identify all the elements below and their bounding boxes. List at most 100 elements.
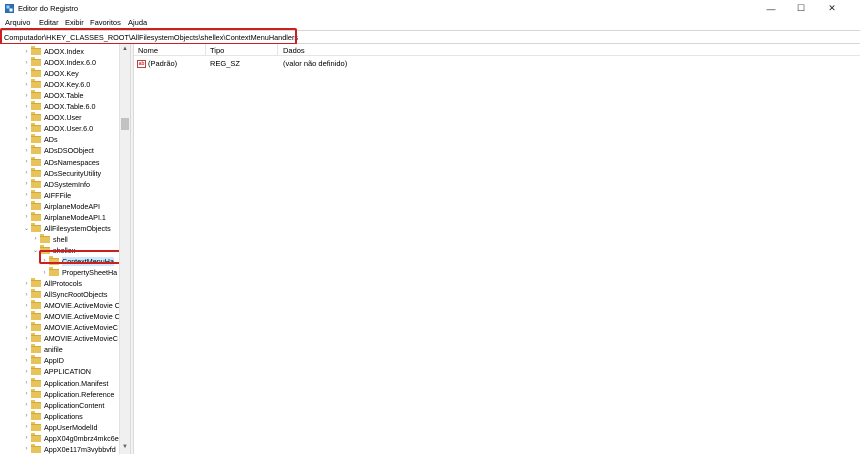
column-header-tipo[interactable]: Tipo: [210, 46, 224, 56]
menu-ajuda[interactable]: Ajuda: [128, 18, 147, 27]
menu-exibir[interactable]: Exibir: [65, 18, 84, 27]
expand-chevron-icon[interactable]: ›: [22, 82, 31, 88]
expand-chevron-icon[interactable]: ›: [22, 314, 31, 320]
tree-item[interactable]: › PropertySheetHa: [40, 267, 117, 278]
folder-icon: [31, 112, 41, 122]
tree-item[interactable]: › AppX04g0mbrz4mkc6e: [22, 432, 119, 444]
expand-chevron-icon[interactable]: ›: [22, 292, 31, 298]
expand-chevron-icon[interactable]: ›: [22, 413, 31, 419]
title-bar: Editor do Registro — ☐ ✕: [0, 0, 860, 17]
expand-chevron-icon[interactable]: ›: [22, 303, 31, 309]
maximize-button[interactable]: ☐: [787, 0, 815, 17]
expand-chevron-icon[interactable]: ›: [22, 159, 31, 165]
expand-chevron-icon[interactable]: ›: [22, 60, 31, 66]
expand-chevron-icon[interactable]: ›: [22, 49, 31, 55]
column-header-nome[interactable]: Nome: [138, 46, 158, 56]
tree-item[interactable]: › AppUserModelId: [22, 421, 98, 433]
tree-item[interactable]: › AMOVIE.ActiveMovie C: [22, 300, 120, 311]
expand-chevron-icon[interactable]: ›: [22, 325, 31, 331]
tree-item[interactable]: › ADOX.Table: [22, 90, 84, 101]
expand-chevron-icon[interactable]: ›: [22, 181, 31, 187]
tree-item[interactable]: › Application.Reference: [22, 388, 114, 400]
tree-item[interactable]: › ADOX.User.6.0: [22, 123, 93, 134]
expand-chevron-icon[interactable]: ›: [22, 93, 31, 99]
tree-item[interactable]: › ADSystemInfo: [22, 178, 90, 190]
expand-chevron-icon[interactable]: ›: [22, 435, 31, 441]
expand-chevron-icon[interactable]: ›: [22, 214, 31, 220]
expand-chevron-icon[interactable]: ›: [22, 347, 31, 353]
folder-icon: [31, 57, 41, 67]
scroll-thumb[interactable]: [121, 118, 129, 130]
tree-item[interactable]: › ADsSecurityUtility: [22, 167, 101, 179]
tree-item[interactable]: › anifile: [22, 344, 63, 355]
tree-item[interactable]: › ADsNamespaces: [22, 156, 100, 168]
tree-item[interactable]: ⌄ AllFilesystemObjects: [22, 222, 111, 234]
tree-item[interactable]: › ADOX.Table.6.0: [22, 101, 96, 112]
expand-chevron-icon[interactable]: ›: [22, 203, 31, 209]
folder-icon: [31, 167, 41, 177]
key-tree[interactable]: › ADOX.Index › ADOX.Index.6.0 › ADOX.Key › ADOX…: [0, 44, 130, 454]
menu-editar[interactable]: Editar: [39, 18, 59, 27]
tree-item[interactable]: › AirplaneModeAPI: [22, 200, 100, 212]
expand-chevron-icon[interactable]: ›: [40, 270, 49, 276]
expand-chevron-icon[interactable]: ›: [22, 71, 31, 77]
scroll-down-icon[interactable]: ▼: [120, 444, 130, 452]
column-divider[interactable]: [277, 44, 278, 56]
value-row[interactable]: ab (Padrão) REG_SZ (valor não definido): [134, 58, 860, 69]
tree-item-label: ADOX.Table.6.0: [44, 102, 96, 112]
expand-chevron-icon[interactable]: ›: [22, 336, 31, 342]
expand-chevron-icon[interactable]: ›: [31, 236, 40, 242]
scroll-up-icon[interactable]: ▲: [120, 46, 130, 54]
expand-chevron-icon[interactable]: ›: [22, 369, 31, 375]
expand-chevron-icon[interactable]: ›: [22, 104, 31, 110]
expand-chevron-icon[interactable]: ›: [22, 380, 31, 386]
expand-chevron-icon[interactable]: ›: [22, 115, 31, 121]
tree-item[interactable]: › AMOVIE.ActiveMovieC: [22, 322, 118, 333]
tree-item[interactable]: › ADOX.Key.6.0: [22, 79, 90, 90]
expand-chevron-icon[interactable]: ›: [22, 391, 31, 397]
menu-favoritos[interactable]: Favoritos: [90, 18, 121, 27]
expand-chevron-icon[interactable]: ›: [22, 402, 31, 408]
tree-item[interactable]: › AppX0e117m3vybbvfd: [22, 443, 116, 454]
tree-item[interactable]: › AIFFFile: [22, 189, 71, 201]
tree-item[interactable]: › AirplaneModeAPI.1: [22, 211, 106, 223]
folder-icon: [31, 432, 41, 442]
tree-item[interactable]: › ADsDSOObject: [22, 145, 94, 156]
tree-item[interactable]: › AllSyncRootObjects: [22, 289, 108, 300]
folder-icon: [31, 211, 41, 221]
expand-chevron-icon[interactable]: ›: [22, 170, 31, 176]
expand-chevron-icon[interactable]: ›: [22, 281, 31, 287]
tree-item[interactable]: › ADOX.Index.6.0: [22, 57, 96, 68]
tree-item-label: AllProtocols: [44, 279, 82, 289]
tree-item[interactable]: › AppID: [22, 355, 64, 366]
tree-item[interactable]: › ADOX.Index: [22, 46, 84, 57]
tree-item[interactable]: › ApplicationContent: [22, 399, 104, 411]
tree-item-label: AirplaneModeAPI.1: [44, 212, 106, 222]
folder-icon: [31, 388, 41, 398]
tree-item[interactable]: › ADOX.Key: [22, 68, 79, 79]
expand-chevron-icon[interactable]: ›: [22, 358, 31, 364]
close-button[interactable]: ✕: [818, 0, 846, 17]
column-divider[interactable]: [205, 44, 206, 56]
tree-item[interactable]: › AMOVIE.ActiveMovieC: [22, 333, 118, 344]
tree-item[interactable]: › shell: [31, 233, 68, 245]
expand-chevron-icon[interactable]: ›: [22, 192, 31, 198]
tree-item[interactable]: › ADs: [22, 134, 58, 145]
tree-scrollbar[interactable]: ▲ ▼: [119, 44, 130, 454]
expand-chevron-icon[interactable]: ›: [22, 137, 31, 143]
expand-chevron-icon[interactable]: ›: [22, 446, 31, 452]
folder-icon: [31, 289, 41, 299]
expand-chevron-icon[interactable]: ›: [22, 148, 31, 154]
tree-item[interactable]: › Application.Manifest: [22, 377, 108, 389]
collapse-chevron-icon[interactable]: ⌄: [22, 225, 31, 232]
tree-item[interactable]: › ADOX.User: [22, 112, 82, 123]
tree-item[interactable]: › AllProtocols: [22, 278, 82, 289]
tree-item[interactable]: › APPLICATION: [22, 366, 91, 377]
tree-item[interactable]: › AMOVIE.ActiveMovie C: [22, 311, 120, 322]
menu-arquivo[interactable]: Arquivo: [5, 18, 30, 27]
column-header-dados[interactable]: Dados: [283, 46, 305, 56]
expand-chevron-icon[interactable]: ›: [22, 424, 31, 430]
minimize-button[interactable]: —: [757, 0, 785, 17]
tree-item[interactable]: › Applications: [22, 410, 83, 422]
expand-chevron-icon[interactable]: ›: [22, 126, 31, 132]
